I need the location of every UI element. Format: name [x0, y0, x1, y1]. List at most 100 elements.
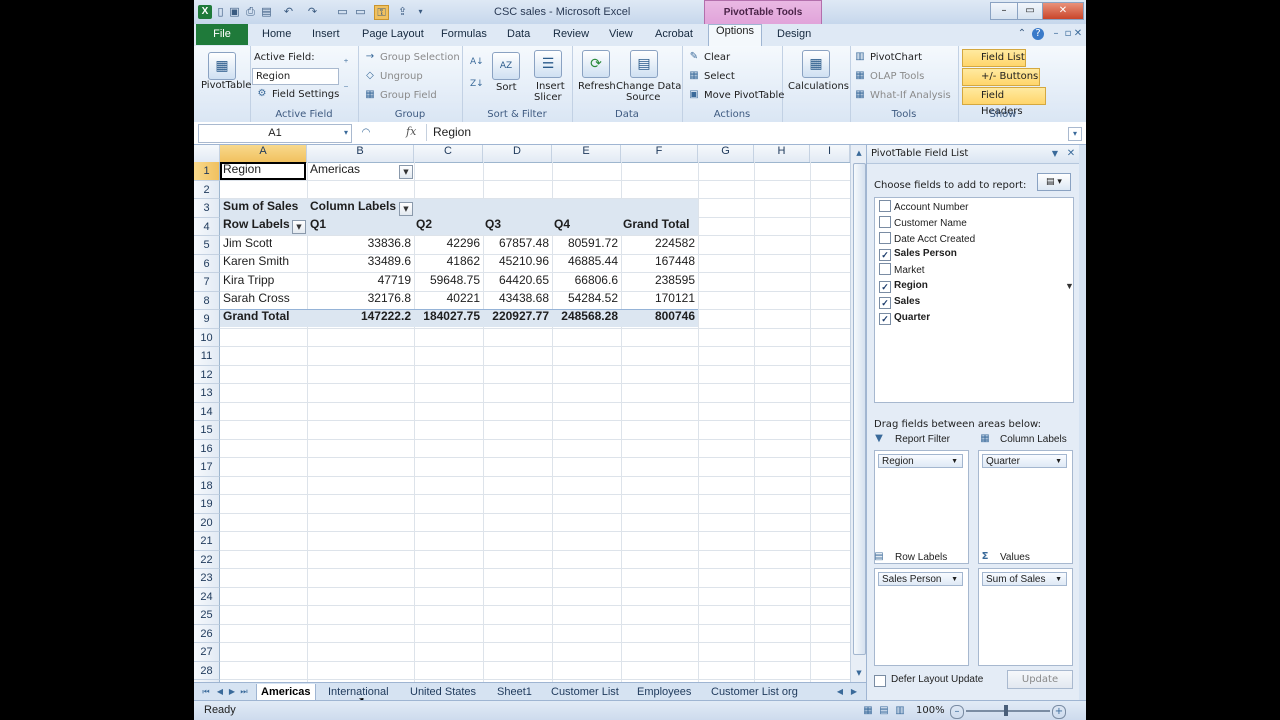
- insert-slicer-label-1[interactable]: Insert: [536, 81, 565, 92]
- field-list-menu-icon[interactable]: ▼: [1049, 148, 1061, 160]
- field-checkbox[interactable]: [879, 215, 891, 228]
- clear-button[interactable]: Clear: [704, 52, 730, 63]
- worksheet-grid[interactable]: A B C D E F G H I 1 2 3 4 5 6 7 8 9 10 11 12 13 14 15 1…: [194, 145, 850, 682]
- field-item[interactable]: ✓ Region ▼: [879, 279, 1074, 293]
- qat-custom-icon[interactable]: ⇪: [396, 5, 409, 18]
- formula-expand-icon[interactable]: ◠: [360, 127, 372, 139]
- sheet-tab-americas[interactable]: Americas: [256, 684, 316, 701]
- column-header[interactable]: F: [621, 145, 698, 162]
- pivot-value-cell[interactable]: 32176.8: [307, 291, 411, 309]
- row-header[interactable]: 10: [194, 328, 220, 347]
- field-item[interactable]: ✓ Sales: [879, 295, 920, 309]
- doc-minimize-icon[interactable]: –: [1050, 28, 1062, 40]
- pivot-value-cell[interactable]: 43438.68: [483, 291, 549, 309]
- sheet-tab-sheet1[interactable]: Sheet1: [497, 686, 532, 698]
- grand-total-value[interactable]: 220927.77: [483, 309, 549, 327]
- sort-az-icon[interactable]: A↓: [470, 56, 484, 68]
- qat-preview-icon[interactable]: ▤: [260, 5, 273, 18]
- calculations-button[interactable]: Calculations: [788, 81, 849, 92]
- zoom-level[interactable]: 100%: [916, 705, 945, 716]
- row-header[interactable]: 26: [194, 624, 220, 643]
- pivottable-icon[interactable]: ▦: [208, 52, 236, 80]
- sheet-tab-employees[interactable]: Employees: [637, 686, 691, 698]
- pivot-value-cell[interactable]: 67857.48: [483, 236, 549, 254]
- column-header[interactable]: I: [810, 145, 850, 162]
- qat-new-icon[interactable]: ▯: [214, 5, 227, 18]
- column-labels-dropdown-icon[interactable]: ▼: [399, 202, 413, 216]
- refresh-icon[interactable]: ⟳: [582, 50, 610, 78]
- row-header[interactable]: 14: [194, 402, 220, 421]
- field-headers-toggle[interactable]: Field Headers: [962, 87, 1046, 117]
- field-item[interactable]: Account Number: [879, 200, 968, 214]
- refresh-button[interactable]: Refresh: [578, 81, 616, 92]
- first-sheet-icon[interactable]: ⏮: [200, 686, 212, 698]
- sheet-tab-customer-list[interactable]: Customer List: [551, 686, 619, 698]
- quarter-header-cell[interactable]: Q3: [485, 217, 501, 235]
- tab-page-layout[interactable]: Page Layout: [362, 28, 424, 40]
- select-button[interactable]: Select: [704, 71, 735, 82]
- pivot-row-label[interactable]: Sarah Cross: [223, 291, 290, 309]
- pivot-value-cell[interactable]: 170121: [621, 291, 695, 309]
- row-labels-cell[interactable]: Row Labels: [223, 217, 290, 235]
- filter-field-chip[interactable]: Region ▼: [878, 454, 963, 468]
- name-box-dropdown-icon[interactable]: ▾: [340, 127, 352, 139]
- column-header[interactable]: B: [307, 145, 414, 162]
- field-item[interactable]: Date Acct Created: [879, 231, 975, 246]
- values-label-cell[interactable]: Sum of Sales: [223, 199, 298, 217]
- expand-field-icon[interactable]: ⁺: [340, 58, 352, 70]
- change-source-icon[interactable]: ▤: [630, 50, 658, 78]
- quarter-header-cell[interactable]: Q1: [310, 217, 326, 235]
- field-settings-icon[interactable]: ⚙: [256, 88, 268, 100]
- field-item[interactable]: Customer Name: [879, 215, 967, 230]
- column-header[interactable]: H: [754, 145, 810, 162]
- qat-open-icon[interactable]: ▭: [354, 5, 367, 18]
- close-button[interactable]: ✕: [1042, 2, 1084, 20]
- pivotchart-icon[interactable]: ▥: [854, 51, 866, 63]
- field-checkbox[interactable]: [879, 263, 891, 276]
- last-sheet-icon[interactable]: ⏭: [238, 686, 250, 698]
- pivot-value-cell[interactable]: 46885.44: [552, 254, 618, 272]
- row-header[interactable]: 2: [194, 180, 220, 199]
- move-pivottable-button[interactable]: Move PivotTable: [704, 90, 784, 101]
- row-labels-dropdown-icon[interactable]: ▼: [292, 220, 306, 234]
- page-break-view-icon[interactable]: ▥: [894, 705, 906, 717]
- row-header[interactable]: 23: [194, 569, 220, 588]
- grand-total-row-label[interactable]: Grand Total: [223, 309, 289, 327]
- sort-button[interactable]: Sort: [496, 82, 517, 93]
- field-checkbox[interactable]: [879, 231, 891, 244]
- pivotchart-button[interactable]: PivotChart: [870, 52, 922, 63]
- next-sheet-icon[interactable]: ▶: [226, 686, 238, 698]
- sheet-tab-united-states[interactable]: United States: [410, 686, 476, 698]
- grand-total-value[interactable]: 800746: [621, 309, 695, 327]
- qat-save-icon[interactable]: ▣: [228, 5, 241, 18]
- pivot-value-cell[interactable]: 59648.75: [414, 273, 480, 291]
- column-header[interactable]: E: [552, 145, 621, 162]
- tab-review[interactable]: Review: [553, 28, 589, 40]
- row-header[interactable]: 11: [194, 347, 220, 366]
- tab-acrobat[interactable]: Acrobat: [655, 28, 693, 40]
- chevron-down-icon[interactable]: ▼: [1055, 573, 1062, 587]
- qat-folder-icon[interactable]: ▭: [336, 5, 349, 18]
- tab-formulas[interactable]: Formulas: [441, 28, 487, 40]
- field-checkbox[interactable]: ✓: [879, 249, 891, 262]
- sheet-tab-customer-list-org[interactable]: Customer List org: [711, 686, 798, 698]
- maximize-button[interactable]: ▭: [1017, 2, 1043, 20]
- field-list-toggle[interactable]: Field List: [962, 49, 1026, 67]
- sort-za-icon[interactable]: Z↓: [470, 78, 484, 90]
- grand-total-header-cell[interactable]: Grand Total: [623, 217, 689, 235]
- chevron-down-icon[interactable]: ▼: [951, 573, 958, 587]
- clear-icon[interactable]: ✎: [688, 51, 700, 63]
- filter-value-cell[interactable]: Americas: [310, 162, 360, 180]
- column-header[interactable]: G: [698, 145, 754, 162]
- collapse-field-icon[interactable]: ⁻: [340, 84, 352, 96]
- pivot-value-cell[interactable]: 224582: [621, 236, 695, 254]
- field-item[interactable]: ✓ Sales Person: [879, 247, 957, 262]
- row-header[interactable]: 28: [194, 661, 220, 680]
- filter-funnel-icon[interactable]: ▼: [1065, 279, 1074, 293]
- pivot-value-cell[interactable]: 238595: [621, 273, 695, 291]
- zoom-slider-thumb[interactable]: [1004, 705, 1008, 716]
- grand-total-value[interactable]: 147222.2: [307, 309, 411, 327]
- pivottable-label[interactable]: PivotTable: [201, 80, 251, 91]
- tab-design[interactable]: Design: [777, 28, 811, 40]
- zoom-slider-track[interactable]: [966, 710, 1050, 712]
